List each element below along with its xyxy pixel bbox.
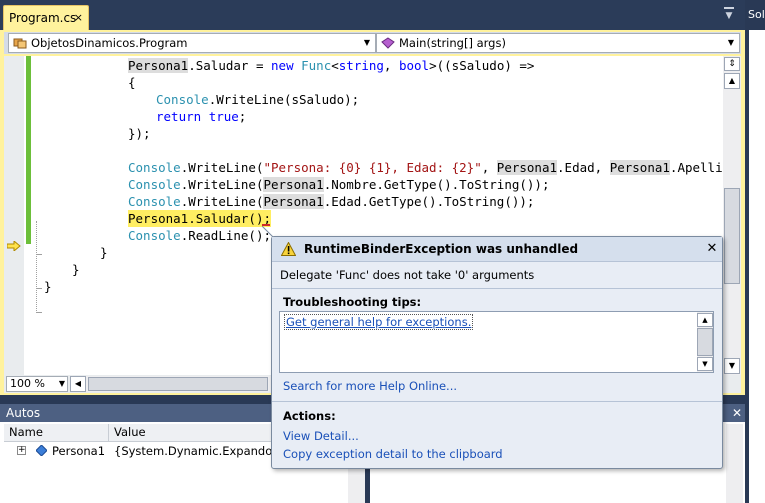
tips-vertical-scrollbar[interactable]: ▲ ▼: [697, 312, 713, 372]
scroll-thumb[interactable]: [724, 188, 740, 284]
exception-assistant-dialog: RuntimeBinderException was unhandled ✕ D…: [271, 236, 723, 469]
indicator-margin[interactable]: [4, 56, 24, 375]
tab-program-cs[interactable]: Program.cs ×: [3, 5, 89, 30]
general-help-link[interactable]: Get general help for exceptions.: [284, 314, 474, 330]
troubleshooting-tips-list[interactable]: Get general help for exceptions. ▲ ▼: [279, 311, 714, 373]
tab-label: Program.cs: [9, 11, 77, 25]
scroll-down-icon[interactable]: ▼: [697, 357, 713, 371]
class-icon: [13, 38, 27, 49]
zoom-value: 100 %: [10, 377, 45, 390]
expand-plus-icon[interactable]: +: [17, 446, 26, 455]
scroll-up-icon[interactable]: ▲: [724, 73, 740, 89]
type-dropdown[interactable]: ObjetosDinamicos.Program ▼: [8, 33, 376, 53]
outlining-tick: [36, 254, 42, 255]
current-statement-arrow-icon: [7, 241, 21, 251]
code-line-6: Console.WriteLine("Persona: {0} {1}, Eda…: [128, 159, 723, 176]
member-dropdown-value: Main(string[] args): [399, 36, 506, 50]
zoom-dropdown[interactable]: 100 % ▼: [6, 376, 68, 392]
code-line-current-statement: Persona1.Saludar();: [128, 210, 272, 227]
code-line-5: });: [128, 126, 151, 141]
search-help-online-link[interactable]: Search for more Help Online...: [283, 379, 457, 393]
tab-close-icon[interactable]: ×: [74, 6, 83, 30]
code-line-7: Console.WriteLine(Persona1.Nombre.GetTyp…: [128, 177, 550, 192]
scroll-left-icon[interactable]: ◀: [70, 376, 86, 392]
scroll-up-icon[interactable]: ▲: [697, 313, 713, 327]
actions-heading: Actions:: [283, 409, 336, 423]
scroll-thumb[interactable]: [697, 328, 713, 356]
code-line-11: }: [100, 245, 108, 260]
split-window-icon[interactable]: ⇕: [724, 57, 740, 71]
outlining-tick: [36, 312, 42, 313]
chevron-down-icon: ▼: [363, 38, 371, 47]
chevron-down-icon: ▼: [58, 379, 65, 388]
close-icon[interactable]: ✕: [704, 240, 720, 258]
solution-explorer-title[interactable]: Sol: [748, 8, 765, 21]
member-dropdown[interactable]: Main(string[] args) ▼: [376, 33, 740, 53]
troubleshooting-heading: Troubleshooting tips:: [283, 295, 422, 309]
method-icon: [381, 37, 395, 49]
exception-title: RuntimeBinderException was unhandled: [304, 242, 579, 256]
close-icon[interactable]: ✕: [732, 404, 742, 422]
chevron-down-icon: ▼: [727, 38, 735, 47]
scroll-down-icon[interactable]: ▼: [724, 358, 740, 374]
code-line-3: Console.WriteLine(sSaludo);: [156, 92, 360, 107]
solution-explorer-panel: Sol: [745, 0, 765, 503]
code-line-13: }: [44, 279, 52, 294]
exception-title-bar: RuntimeBinderException was unhandled ✕: [272, 237, 722, 262]
code-line-10: Console.ReadLine();: [128, 228, 271, 243]
scroll-thumb[interactable]: [88, 377, 268, 391]
change-tracking-bar: [26, 56, 31, 244]
code-line-8: Console.WriteLine(Persona1.Edad.GetType(…: [128, 194, 535, 209]
warning-icon: [281, 242, 296, 256]
code-line-1: Persona1.Saludar = new Func<string, bool…: [128, 58, 535, 73]
object-icon: [36, 445, 47, 456]
view-detail-link[interactable]: View Detail...: [283, 429, 359, 443]
code-line-2: {: [128, 75, 136, 90]
code-line-4: return true;: [156, 109, 247, 124]
divider: [272, 401, 722, 402]
tool-window-vertical-scrollbar[interactable]: [726, 424, 743, 503]
divider: [272, 288, 722, 289]
editor-vertical-scrollbar[interactable]: ⇕ ▲ ▼: [723, 56, 741, 375]
outlining-guide: [36, 221, 37, 313]
outlining-tick: [36, 288, 42, 289]
column-header-name[interactable]: Name: [4, 424, 109, 442]
type-dropdown-value: ObjetosDinamicos.Program: [31, 36, 188, 50]
solution-explorer-tree[interactable]: [749, 30, 765, 503]
tab-overflow-dropdown-icon[interactable]: ▼: [722, 7, 736, 22]
code-line-12: }: [72, 262, 80, 277]
autos-cell-name: Persona1: [52, 444, 106, 458]
navigation-bar: ObjetosDinamicos.Program ▼ Main(string[]…: [4, 32, 741, 54]
exception-message: Delegate 'Func' does not take '0' argume…: [280, 268, 535, 282]
document-tab-strip: Program.cs × ▼: [0, 0, 745, 30]
copy-exception-detail-link[interactable]: Copy exception detail to the clipboard: [283, 447, 503, 461]
